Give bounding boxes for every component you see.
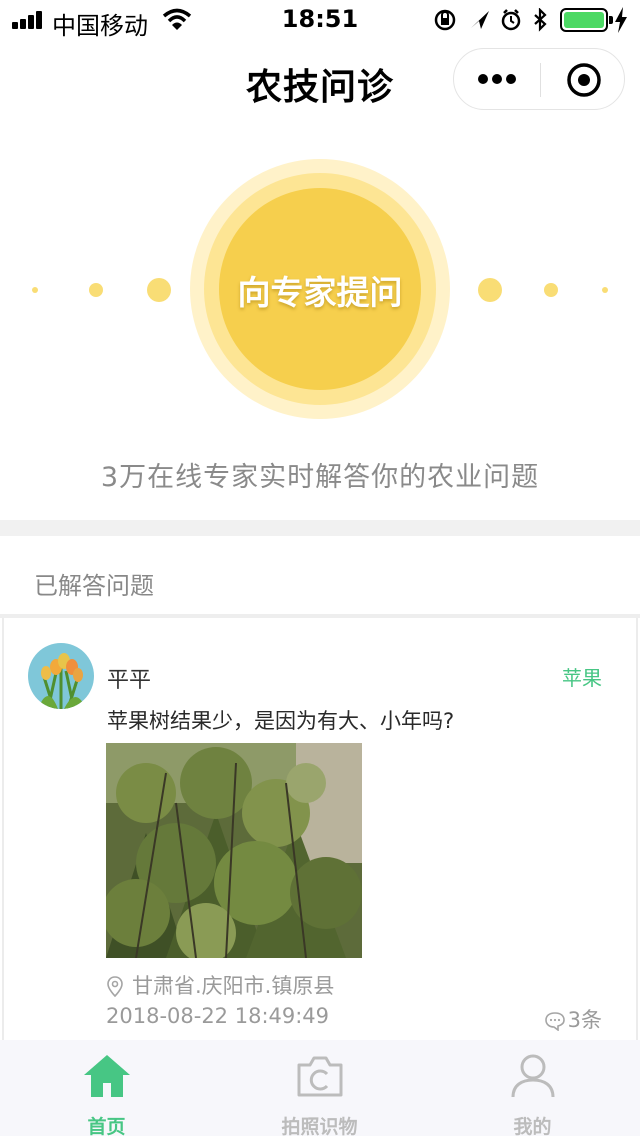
- question-card[interactable]: 平平 苹果 苹果树结果少，是因为有大、小年吗? 甘肃省.庆阳市.镇原县 2018…: [2, 618, 638, 1048]
- camera-icon: [297, 1056, 342, 1097]
- post-username: 平平: [107, 668, 152, 693]
- decor-dot: [147, 278, 171, 302]
- reply-count-text: 3条: [567, 1008, 602, 1032]
- close-target-icon[interactable]: [566, 62, 602, 98]
- comment-icon: [544, 1012, 565, 1032]
- user-icon: [511, 1054, 554, 1098]
- location-pin-icon: [107, 976, 123, 998]
- reply-count[interactable]: 3条: [544, 1004, 602, 1034]
- post-datetime: 2018-08-22 18:49:49: [106, 1004, 330, 1028]
- more-options-button[interactable]: [478, 67, 518, 91]
- tab-profile[interactable]: 我的: [426, 1040, 639, 1138]
- crop-tag[interactable]: 苹果: [562, 662, 602, 691]
- status-bar: 中国移动 18:51: [0, 0, 640, 40]
- capsule-divider: [540, 63, 541, 97]
- home-icon: [83, 1055, 130, 1097]
- tab-camera[interactable]: 拍照识物: [213, 1040, 426, 1138]
- tab-camera-label: 拍照识物: [281, 1116, 358, 1138]
- charging-icon: [615, 7, 627, 33]
- ask-expert-label: 向专家提问: [237, 273, 403, 312]
- decor-dot: [478, 278, 502, 302]
- post-location: 甘肃省.庆阳市.镇原县: [106, 970, 334, 1000]
- decor-dot: [32, 287, 38, 293]
- tab-home-label: 首页: [87, 1116, 126, 1138]
- ask-expert-button[interactable]: 向专家提问: [219, 188, 421, 390]
- battery-icon: [560, 8, 613, 32]
- tab-home[interactable]: 首页: [0, 1040, 213, 1138]
- question-photo[interactable]: [106, 743, 362, 958]
- tab-bar: 首页 拍照识物 我的: [0, 1040, 640, 1138]
- question-text: 苹果树结果少，是因为有大、小年吗?: [107, 709, 455, 733]
- location-text: 甘肃省.庆阳市.镇原县: [132, 974, 335, 998]
- status-indicator-icons: [434, 8, 547, 32]
- hero-subtitle: 3万在线专家实时解答你的农业问题: [100, 462, 540, 493]
- decor-dot: [89, 283, 103, 297]
- section-gap: [0, 520, 640, 536]
- answered-section-title: 已解答问题: [34, 572, 154, 600]
- nav-bar: 农技问诊: [0, 40, 640, 122]
- ask-hero: 向专家提问 3万在线专家实时解答你的农业问题: [0, 122, 640, 520]
- decor-dot: [544, 283, 558, 297]
- tab-profile-label: 我的: [513, 1116, 552, 1138]
- decor-dot: [602, 287, 608, 293]
- avatar[interactable]: [28, 643, 94, 709]
- mini-program-capsule: [453, 48, 625, 110]
